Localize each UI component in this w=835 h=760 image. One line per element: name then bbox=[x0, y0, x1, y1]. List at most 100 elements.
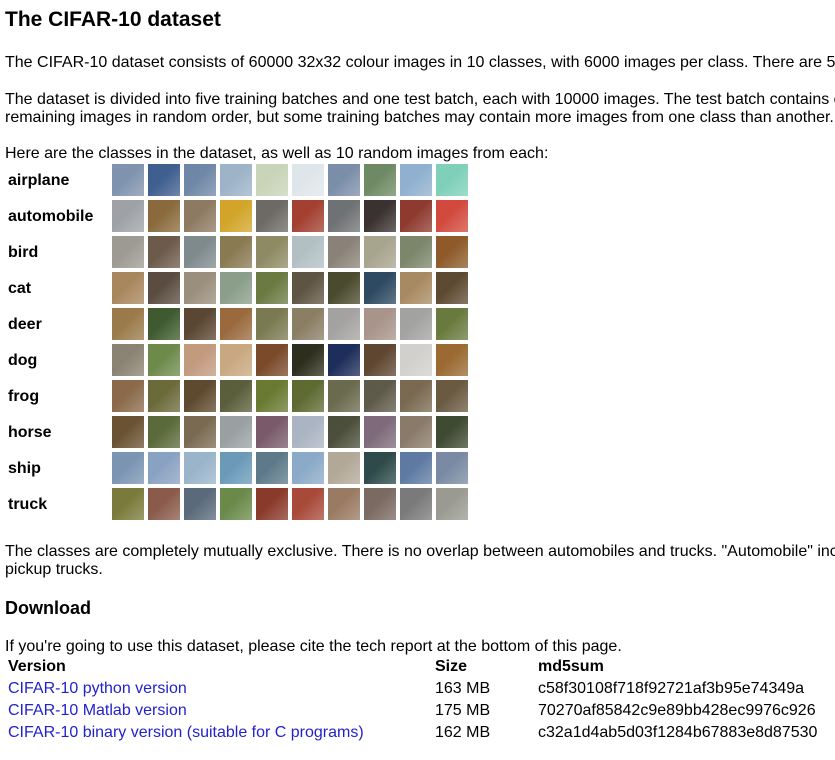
class-sample-image bbox=[292, 416, 324, 448]
class-sample-image bbox=[364, 344, 396, 376]
class-sample-image bbox=[292, 344, 324, 376]
class-sample-image bbox=[292, 308, 324, 340]
class-sample-image bbox=[292, 488, 324, 520]
exclusive-line-2: pickup trucks. bbox=[5, 561, 103, 578]
binary-version-link[interactable]: CIFAR-10 binary version (suitable for C … bbox=[8, 724, 364, 742]
class-sample-image bbox=[220, 236, 252, 268]
class-sample-image bbox=[112, 308, 144, 340]
class-sample-image bbox=[436, 416, 468, 448]
class-sample-image bbox=[436, 452, 468, 484]
class-sample-image bbox=[112, 488, 144, 520]
class-sample-image bbox=[148, 200, 180, 232]
class-sample-image bbox=[112, 380, 144, 412]
class-sample-image bbox=[328, 272, 360, 304]
class-sample-image bbox=[220, 272, 252, 304]
class-label: deer bbox=[8, 316, 42, 333]
page-title: The CIFAR-10 dataset bbox=[5, 8, 221, 31]
class-sample-image bbox=[148, 344, 180, 376]
class-sample-image bbox=[148, 236, 180, 268]
md5-column-header: md5sum bbox=[538, 658, 604, 675]
class-sample-image bbox=[148, 380, 180, 412]
exclusive-paragraph: The classes are completely mutually excl… bbox=[5, 543, 835, 579]
class-label: automobile bbox=[8, 208, 94, 225]
class-sample-image bbox=[292, 452, 324, 484]
class-sample-image bbox=[148, 416, 180, 448]
batches-paragraph: The dataset is divided into five trainin… bbox=[5, 91, 835, 127]
class-sample-image bbox=[436, 272, 468, 304]
class-sample-image bbox=[328, 452, 360, 484]
class-sample-image bbox=[184, 236, 216, 268]
class-sample-image bbox=[400, 236, 432, 268]
class-sample-image bbox=[292, 380, 324, 412]
class-sample-image bbox=[220, 380, 252, 412]
class-sample-image bbox=[256, 236, 288, 268]
class-label: bird bbox=[8, 244, 39, 261]
matlab-version-link[interactable]: CIFAR-10 Matlab version bbox=[8, 702, 187, 720]
class-sample-image bbox=[112, 200, 144, 232]
class-sample-image bbox=[256, 164, 288, 196]
class-sample-image bbox=[148, 488, 180, 520]
class-sample-image bbox=[400, 308, 432, 340]
class-sample-image bbox=[112, 272, 144, 304]
class-sample-image bbox=[400, 344, 432, 376]
class-sample-image bbox=[220, 164, 252, 196]
class-sample-image bbox=[364, 488, 396, 520]
class-sample-image bbox=[436, 164, 468, 196]
class-sample-image bbox=[292, 236, 324, 268]
class-sample-image bbox=[256, 380, 288, 412]
class-sample-image bbox=[184, 344, 216, 376]
class-sample-image bbox=[256, 200, 288, 232]
class-sample-image bbox=[112, 236, 144, 268]
class-sample-image bbox=[400, 200, 432, 232]
class-sample-image bbox=[220, 488, 252, 520]
class-sample-image bbox=[256, 488, 288, 520]
class-sample-image bbox=[436, 308, 468, 340]
class-sample-image bbox=[148, 164, 180, 196]
class-sample-image bbox=[328, 416, 360, 448]
class-sample-image bbox=[184, 416, 216, 448]
class-sample-image bbox=[400, 272, 432, 304]
class-sample-image bbox=[256, 272, 288, 304]
class-sample-image bbox=[364, 164, 396, 196]
class-sample-image bbox=[364, 200, 396, 232]
class-sample-image bbox=[148, 452, 180, 484]
exclusive-line-1: The classes are completely mutually excl… bbox=[5, 543, 835, 560]
class-sample-image bbox=[364, 380, 396, 412]
cite-text: If you're going to use this dataset, ple… bbox=[5, 638, 622, 655]
class-sample-image bbox=[364, 272, 396, 304]
size-column-header: Size bbox=[435, 658, 468, 675]
class-label: ship bbox=[8, 460, 41, 477]
python-version-link[interactable]: CIFAR-10 python version bbox=[8, 680, 187, 698]
class-sample-image bbox=[220, 200, 252, 232]
class-sample-image bbox=[292, 164, 324, 196]
class-sample-image bbox=[148, 308, 180, 340]
batches-line-1: The dataset is divided into five trainin… bbox=[5, 91, 835, 108]
binary-size: 162 MB bbox=[435, 724, 491, 741]
class-sample-image bbox=[400, 488, 432, 520]
class-sample-image bbox=[256, 452, 288, 484]
class-sample-image bbox=[184, 200, 216, 232]
class-sample-image bbox=[436, 488, 468, 520]
class-sample-image bbox=[436, 236, 468, 268]
class-sample-image bbox=[328, 344, 360, 376]
class-label: truck bbox=[8, 496, 48, 513]
class-sample-image bbox=[184, 380, 216, 412]
class-sample-image bbox=[292, 272, 324, 304]
class-sample-image bbox=[328, 488, 360, 520]
class-sample-image bbox=[220, 344, 252, 376]
class-sample-image bbox=[256, 308, 288, 340]
version-column-header: Version bbox=[8, 658, 66, 675]
class-sample-image bbox=[364, 452, 396, 484]
class-label: horse bbox=[8, 424, 52, 441]
class-label: cat bbox=[8, 280, 32, 297]
class-sample-image bbox=[184, 272, 216, 304]
class-label: dog bbox=[8, 352, 38, 369]
class-label: frog bbox=[8, 388, 40, 405]
class-sample-image bbox=[256, 344, 288, 376]
class-sample-image bbox=[184, 488, 216, 520]
class-sample-image bbox=[220, 452, 252, 484]
class-sample-image bbox=[148, 272, 180, 304]
python-md5: c58f30108f718f92721af3b95e74349a bbox=[538, 680, 805, 697]
download-heading: Download bbox=[5, 598, 91, 618]
binary-md5: c32a1d4ab5d03f1284b67883e8d87530 bbox=[538, 724, 818, 741]
